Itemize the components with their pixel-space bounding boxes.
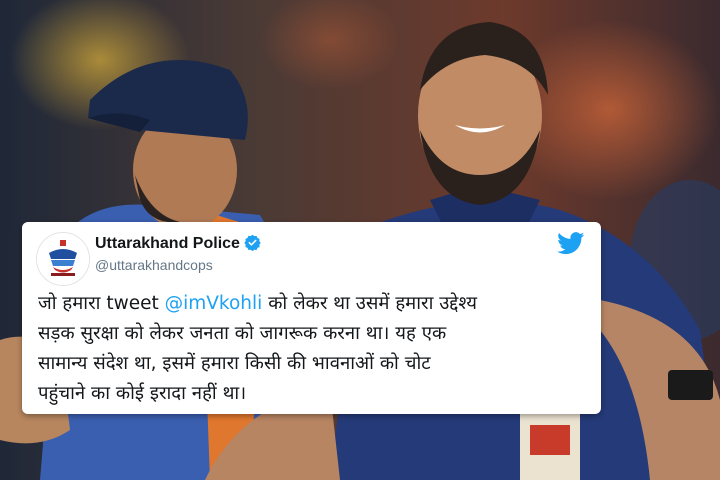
verified-badge-icon — [244, 234, 261, 256]
uttarakhand-police-logo-avatar[interactable] — [36, 232, 90, 286]
handle[interactable]: @uttarakhandcops — [95, 257, 213, 273]
mention-link[interactable]: @imVkohli — [165, 293, 263, 314]
tweet-line-2: सड़क सुरक्षा को लेकर जनता को जागरूक करना… — [38, 323, 447, 344]
tweet-line-4: पहुंचाने का कोई इरादा नहीं था। — [38, 383, 247, 404]
display-name-text: Uttarakhand Police — [95, 235, 240, 252]
tweet-line-1: जो हमारा tweet @imVkohli को लेकर था उसमे… — [38, 289, 593, 319]
tweet-card: Uttarakhand Police @uttarakhandcops जो ह… — [22, 222, 601, 414]
tweet-text: जो हमारा tweet @imVkohli को लेकर था उसमे… — [38, 289, 593, 409]
display-name[interactable]: Uttarakhand Police — [95, 234, 261, 256]
tweet-line-3: सामान्य संदेश था, इसमें हमारा किसी की भा… — [38, 353, 431, 374]
twitter-bird-icon[interactable] — [557, 232, 585, 259]
tweet-line-1-rest: को लेकर था उसमें हमारा उद्देश्य — [262, 293, 477, 314]
tweet-line-1-text: जो हमारा tweet — [38, 293, 165, 314]
